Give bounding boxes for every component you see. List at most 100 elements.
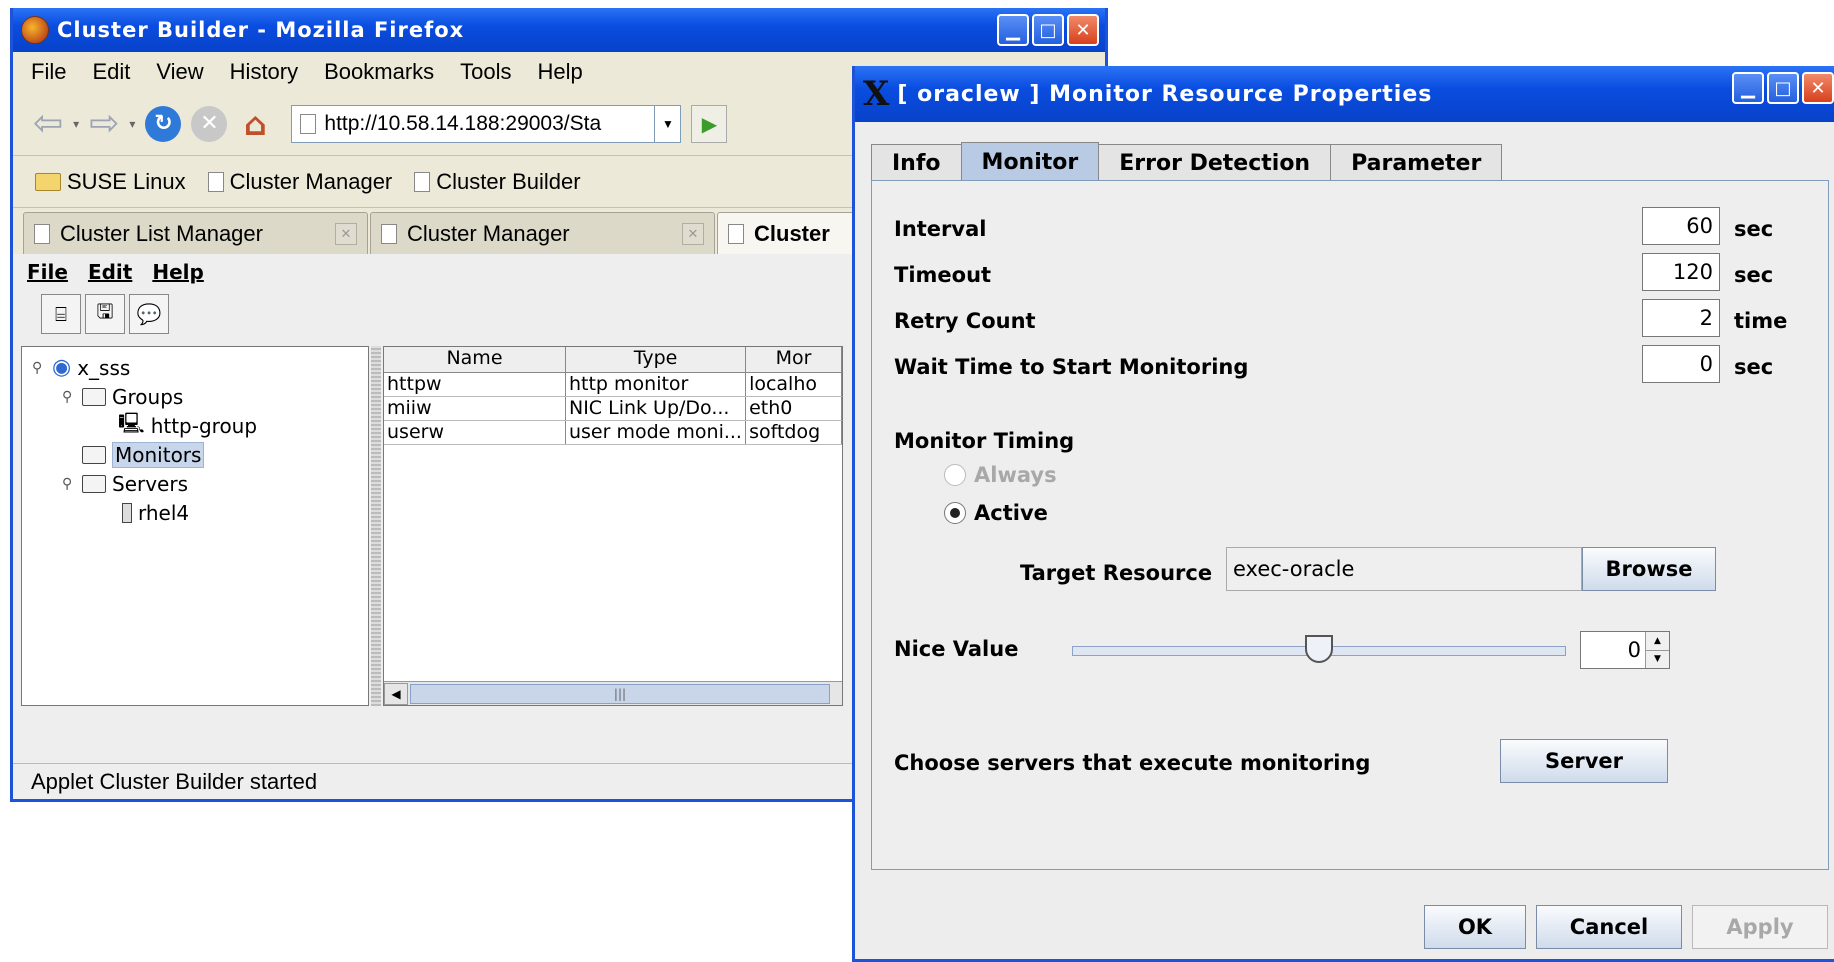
x-window-icon: X (863, 74, 890, 114)
table-row[interactable]: userw user mode moni... softdog (384, 421, 842, 445)
bookmark-cluster-builder[interactable]: Cluster Builder (414, 169, 581, 195)
back-arrow-icon[interactable]: ⇦ (33, 103, 63, 144)
dialog-close-button[interactable]: ✕ (1802, 72, 1834, 104)
menu-bookmarks[interactable]: Bookmarks (324, 59, 434, 85)
spin-up-icon[interactable]: ▲ (1646, 632, 1669, 651)
tab-parameter[interactable]: Parameter (1330, 144, 1503, 182)
tree-label: rhel4 (138, 500, 190, 525)
tree-expand-icon[interactable]: ⚲ (62, 476, 76, 492)
menu-tools[interactable]: Tools (460, 59, 511, 85)
dialog-title: [ oraclew ] Monitor Resource Properties (897, 81, 1433, 107)
dialog-tabs: Info Monitor Error Detection Parameter (871, 140, 1503, 182)
nice-value-input[interactable]: 0 (1581, 632, 1645, 668)
tab-label: Cluster List Manager (60, 220, 263, 246)
bookmark-label: Cluster Manager (229, 168, 393, 194)
reload-icon[interactable]: ↻ (145, 105, 182, 142)
tab-cluster-manager[interactable]: Cluster Manager ✕ (370, 212, 715, 254)
wait-time-label: Wait Time to Start Monitoring (894, 355, 1249, 379)
radio-always-label: Always (974, 463, 1057, 487)
browse-button[interactable]: Browse (1582, 547, 1716, 591)
horizontal-scrollbar[interactable]: ◀ ||| (384, 681, 842, 705)
tab-error-detection[interactable]: Error Detection (1098, 144, 1332, 182)
radio-active[interactable]: Active (944, 501, 1048, 525)
nice-value-slider-thumb[interactable] (1305, 635, 1333, 663)
table-row[interactable]: miiw NIC Link Up/Do... eth0 (384, 397, 842, 421)
menu-help[interactable]: Help (538, 59, 583, 85)
tree-label: Groups (112, 384, 184, 409)
url-dropdown-icon[interactable]: ▼ (654, 105, 680, 142)
bookmark-suse-linux[interactable]: SUSE Linux (35, 169, 186, 195)
column-header-monitor-target[interactable]: Mor (746, 347, 842, 372)
column-header-name[interactable]: Name (384, 347, 566, 372)
nice-value-spinner[interactable]: 0 ▲ ▼ (1580, 631, 1670, 669)
interval-input[interactable]: 60 (1642, 207, 1720, 245)
tree-expand-icon[interactable]: ⚲ (62, 389, 76, 405)
menu-edit[interactable]: Edit (92, 59, 130, 85)
tab-cluster-list-manager[interactable]: Cluster List Manager ✕ (23, 212, 368, 254)
back-dropdown-icon[interactable]: ▾ (73, 117, 79, 131)
scroll-left-icon[interactable]: ◀ (384, 682, 408, 705)
tree-expand-icon[interactable]: ⚲ (32, 360, 46, 376)
open-icon[interactable]: ⌸ (41, 294, 81, 334)
bookmark-cluster-manager[interactable]: Cluster Manager (207, 168, 393, 195)
page-icon (381, 223, 397, 244)
radio-circle-icon[interactable] (944, 502, 966, 524)
dialog-maximize-button[interactable]: □ (1767, 72, 1799, 104)
retry-count-input[interactable]: 2 (1642, 299, 1720, 337)
dialog-minimize-button[interactable]: ▁ (1732, 72, 1764, 104)
column-header-type[interactable]: Type (566, 347, 747, 372)
spin-down-icon[interactable]: ▼ (1646, 650, 1669, 668)
tab-close-icon[interactable]: ✕ (682, 222, 704, 245)
radio-circle-icon[interactable] (944, 464, 966, 486)
computer-icon: 🖳 (118, 410, 145, 435)
tree-item-rhel4[interactable]: rhel4 (22, 498, 368, 527)
ok-button[interactable]: OK (1424, 905, 1526, 949)
cancel-button[interactable]: Cancel (1536, 905, 1682, 949)
tree-item-monitors[interactable]: Monitors (22, 440, 368, 469)
close-button[interactable]: ✕ (1067, 14, 1099, 46)
applet-menu-help[interactable]: Help (152, 260, 203, 284)
tab-close-icon[interactable]: ✕ (335, 222, 357, 245)
timeout-input[interactable]: 120 (1642, 253, 1720, 291)
split-pane-divider[interactable] (371, 346, 381, 706)
menu-file[interactable]: File (31, 59, 66, 85)
tree-item-root[interactable]: ⚲ ◉ x_sss (22, 353, 368, 382)
home-icon[interactable]: ⌂ (237, 105, 273, 143)
wait-time-input[interactable]: 0 (1642, 345, 1720, 383)
dialog-title-bar[interactable]: X [ oraclew ] Monitor Resource Propertie… (855, 66, 1834, 122)
forward-arrow-icon[interactable]: ⇨ (89, 103, 119, 144)
forward-dropdown-icon[interactable]: ▾ (129, 117, 135, 131)
server-button[interactable]: Server (1500, 739, 1668, 783)
menu-view[interactable]: View (156, 59, 203, 85)
table-cell: eth0 (746, 397, 842, 420)
table-row[interactable]: httpw http monitor localho (384, 373, 842, 397)
dialog-footer: OK Cancel Apply (1424, 905, 1828, 949)
page-icon (728, 223, 744, 244)
url-bar[interactable]: http://10.58.14.188:29003/Sta ▼ (291, 104, 682, 143)
minimize-button[interactable]: ▁ (997, 14, 1029, 46)
scrollbar-thumb[interactable]: ||| (410, 683, 830, 704)
tree-label: x_sss (77, 355, 131, 380)
interval-label: Interval (894, 217, 987, 241)
target-resource-field[interactable]: exec-oracle (1226, 547, 1582, 591)
radio-always[interactable]: Always (944, 463, 1057, 487)
applet-menu-edit[interactable]: Edit (88, 260, 132, 284)
cluster-tree[interactable]: ⚲ ◉ x_sss ⚲ Groups 🖳 http-group Monitors… (21, 346, 369, 706)
menu-history[interactable]: History (230, 59, 298, 85)
tree-item-groups[interactable]: ⚲ Groups (22, 382, 368, 411)
applet-menu-file[interactable]: File (27, 260, 68, 284)
stop-icon[interactable]: ✕ (191, 105, 228, 142)
tab-info[interactable]: Info (871, 144, 962, 182)
tree-item-http-group[interactable]: 🖳 http-group (22, 411, 368, 440)
table-cell: http monitor (566, 373, 747, 396)
maximize-button[interactable]: □ (1032, 14, 1064, 46)
tree-item-servers[interactable]: ⚲ Servers (22, 469, 368, 498)
save-icon[interactable]: 🖫 (85, 294, 125, 334)
tree-label: Monitors (112, 441, 205, 468)
go-icon[interactable]: ▶ (691, 104, 728, 143)
cluster-icon: ◉ (52, 355, 72, 380)
comment-icon[interactable]: 💬 (129, 294, 169, 334)
apply-button[interactable]: Apply (1692, 905, 1828, 949)
firefox-title-bar[interactable]: Cluster Builder - Mozilla Firefox ▁ □ ✕ (13, 8, 1105, 52)
tab-monitor[interactable]: Monitor (960, 142, 1100, 182)
